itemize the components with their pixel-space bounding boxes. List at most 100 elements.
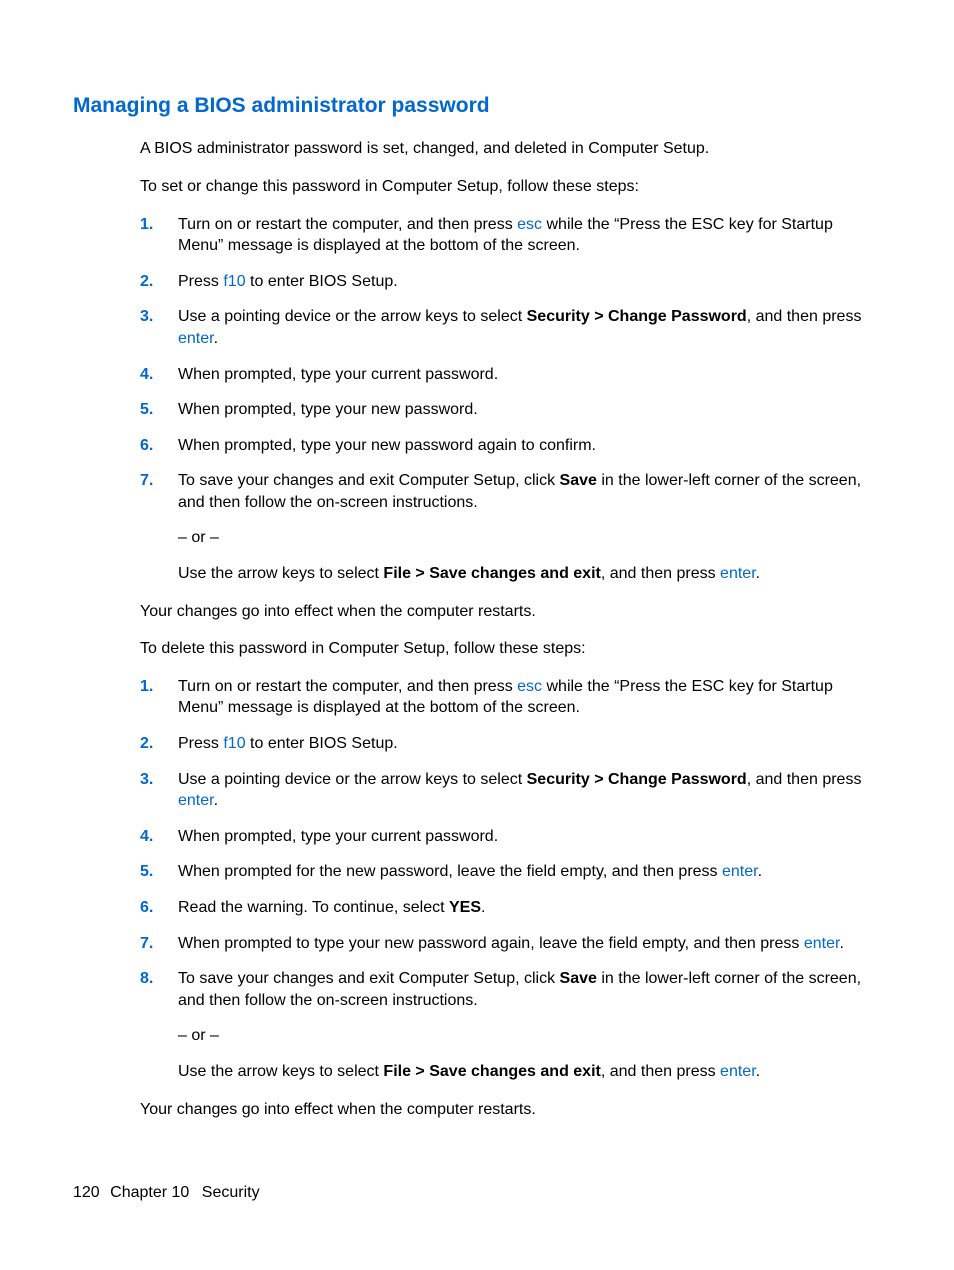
step-item: 7. To save your changes and exit Compute… <box>140 470 881 584</box>
chapter-title: Security <box>202 1184 260 1201</box>
step-item: 4. When prompted, type your current pass… <box>140 826 881 848</box>
step-text: When prompted, type your new password. <box>178 399 881 421</box>
key-f10: f10 <box>223 735 245 752</box>
menu-path: File > Save changes and exit <box>383 1063 600 1080</box>
step-number: 4. <box>140 826 178 848</box>
step-text: Turn on or restart the computer, and the… <box>178 214 881 257</box>
step-number: 7. <box>140 470 178 584</box>
step-item: 8. To save your changes and exit Compute… <box>140 968 881 1082</box>
step-alt: Use the arrow keys to select File > Save… <box>178 563 881 585</box>
menu-path: Security > Change Password <box>527 308 747 325</box>
step-text: When prompted, type your new password ag… <box>178 435 881 457</box>
ui-element: YES <box>449 899 481 916</box>
step-number: 7. <box>140 933 178 955</box>
text-run: , and then press <box>747 771 862 788</box>
after-paragraph-2: Your changes go into effect when the com… <box>140 1099 881 1121</box>
set-password-steps: 1. Turn on or restart the computer, and … <box>140 214 881 585</box>
text-run: to enter BIOS Setup. <box>246 273 398 290</box>
step-alt: Use the arrow keys to select File > Save… <box>178 1061 881 1083</box>
key-enter: enter <box>178 330 214 347</box>
text-run: Press <box>178 273 223 290</box>
text-run: Turn on or restart the computer, and the… <box>178 216 517 233</box>
step-number: 5. <box>140 861 178 883</box>
step-number: 6. <box>140 435 178 457</box>
step-item: 6. When prompted, type your new password… <box>140 435 881 457</box>
intro-paragraph-3: To delete this password in Computer Setu… <box>140 638 881 660</box>
step-text: When prompted to type your new password … <box>178 933 881 955</box>
step-item: 3. Use a pointing device or the arrow ke… <box>140 769 881 812</box>
step-number: 2. <box>140 733 178 755</box>
step-number: 2. <box>140 271 178 293</box>
text-run: Use the arrow keys to select <box>178 565 383 582</box>
step-number: 3. <box>140 306 178 349</box>
ui-element: Save <box>560 472 597 489</box>
key-enter: enter <box>804 935 840 952</box>
text-run: Read the warning. To continue, select <box>178 899 449 916</box>
step-item: 1. Turn on or restart the computer, and … <box>140 214 881 257</box>
step-item: 2. Press f10 to enter BIOS Setup. <box>140 733 881 755</box>
ui-element: Save <box>560 970 597 987</box>
key-enter: enter <box>720 565 756 582</box>
menu-path: File > Save changes and exit <box>383 565 600 582</box>
step-text: To save your changes and exit Computer S… <box>178 470 881 584</box>
after-paragraph: Your changes go into effect when the com… <box>140 601 881 623</box>
text-run: . <box>214 330 218 347</box>
text-run: . <box>214 792 218 809</box>
step-item: 2. Press f10 to enter BIOS Setup. <box>140 271 881 293</box>
text-run: . <box>756 1063 760 1080</box>
text-run: Press <box>178 735 223 752</box>
key-f10: f10 <box>223 273 245 290</box>
step-text: When prompted for the new password, leav… <box>178 861 881 883</box>
step-item: 4. When prompted, type your current pass… <box>140 364 881 386</box>
chapter-label: Chapter 10 <box>110 1184 189 1201</box>
step-number: 3. <box>140 769 178 812</box>
step-number: 8. <box>140 968 178 1082</box>
text-run: When prompted to type your new password … <box>178 935 804 952</box>
step-item: 7. When prompted to type your new passwo… <box>140 933 881 955</box>
step-number: 1. <box>140 676 178 719</box>
key-enter: enter <box>178 792 214 809</box>
text-run: Turn on or restart the computer, and the… <box>178 678 517 695</box>
step-item: 3. Use a pointing device or the arrow ke… <box>140 306 881 349</box>
text-run: to enter BIOS Setup. <box>246 735 398 752</box>
text-run: When prompted for the new password, leav… <box>178 863 722 880</box>
text-run: Use the arrow keys to select <box>178 1063 383 1080</box>
step-text: Use a pointing device or the arrow keys … <box>178 769 881 812</box>
key-esc: esc <box>517 678 542 695</box>
step-text: Read the warning. To continue, select YE… <box>178 897 881 919</box>
step-text: Press f10 to enter BIOS Setup. <box>178 733 881 755</box>
text-run: , and then press <box>601 565 720 582</box>
step-number: 5. <box>140 399 178 421</box>
text-run: Use a pointing device or the arrow keys … <box>178 771 527 788</box>
document-page: Managing a BIOS administrator password A… <box>0 0 954 1270</box>
step-item: 1. Turn on or restart the computer, and … <box>140 676 881 719</box>
section-body: A BIOS administrator password is set, ch… <box>140 138 881 1120</box>
step-text: When prompted, type your current passwor… <box>178 364 881 386</box>
text-run: . <box>758 863 762 880</box>
key-enter: enter <box>722 863 758 880</box>
or-separator: – or – <box>178 1025 881 1047</box>
page-footer: 120 Chapter 10 Security <box>73 1182 260 1204</box>
page-number: 120 <box>73 1184 100 1201</box>
key-esc: esc <box>517 216 542 233</box>
key-enter: enter <box>720 1063 756 1080</box>
step-item: 5. When prompted for the new password, l… <box>140 861 881 883</box>
text-run: To save your changes and exit Computer S… <box>178 472 560 489</box>
text-run: . <box>481 899 485 916</box>
step-text: Press f10 to enter BIOS Setup. <box>178 271 881 293</box>
step-text: When prompted, type your current passwor… <box>178 826 881 848</box>
text-run: . <box>839 935 843 952</box>
section-heading: Managing a BIOS administrator password <box>73 92 881 120</box>
text-run: Use a pointing device or the arrow keys … <box>178 308 527 325</box>
step-text: Turn on or restart the computer, and the… <box>178 676 881 719</box>
text-run: To save your changes and exit Computer S… <box>178 970 560 987</box>
step-number: 4. <box>140 364 178 386</box>
delete-password-steps: 1. Turn on or restart the computer, and … <box>140 676 881 1083</box>
text-run: . <box>756 565 760 582</box>
or-separator: – or – <box>178 527 881 549</box>
step-number: 1. <box>140 214 178 257</box>
text-run: , and then press <box>747 308 862 325</box>
step-item: 6. Read the warning. To continue, select… <box>140 897 881 919</box>
step-number: 6. <box>140 897 178 919</box>
menu-path: Security > Change Password <box>527 771 747 788</box>
